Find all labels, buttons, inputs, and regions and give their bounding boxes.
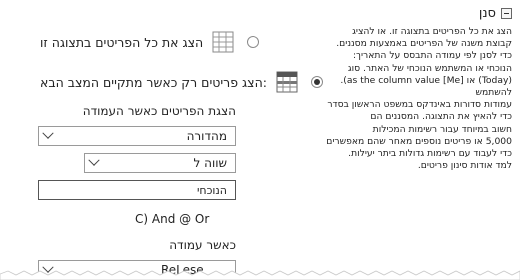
description-line: חשוב במיוחד עבור רשימות המכילות — [372, 123, 512, 135]
filter-description: הצג את כל הפריטים בתצוגה זו. או להציג קב… — [324, 26, 512, 172]
description-line: הנוכחי או המשתמש הנוכחי של האתר. סוג — [347, 62, 512, 74]
show-filtered-radio[interactable] — [310, 76, 323, 88]
description-line: כדי להאיץ את התצוגה. המסננים הם — [370, 111, 512, 123]
option-show-all[interactable]: הצג את כל הפריטים בתצוגה זו — [40, 30, 260, 54]
description-line: קבוצת משנה של הפריטים באמצעות מסננים. — [336, 38, 512, 50]
show-all-label: הצג את כל הפריטים בתצוגה זו — [40, 34, 204, 50]
description-line: עמודות סדורות באינדקס במשפט הראשון בסדר — [327, 99, 512, 111]
operator-select[interactable]: שווה ל — [84, 153, 236, 173]
column-select[interactable]: מהדורה — [38, 126, 236, 146]
description-line: 5,000 או פריטים נוספים מאחר שהם מאפשרים — [326, 135, 512, 147]
option-show-filtered[interactable]: הצג פריטים רק כאשר מתקיים המצב הבא: — [40, 70, 323, 94]
learn-more-link[interactable]: למד אודות סינון פריטים. — [324, 160, 512, 172]
filter-value-text: הנוכחי — [196, 183, 227, 197]
show-all-radio[interactable] — [247, 36, 260, 48]
filtered-list-icon — [276, 71, 298, 93]
collapse-icon[interactable] — [501, 7, 512, 19]
grid-list-icon — [212, 31, 234, 53]
and-or-toggle[interactable]: C) And @ Or — [135, 212, 209, 226]
show-items-when-label: הצגת הפריטים כאשר העמודה — [82, 104, 236, 118]
when-column-label: כאשר עמודה — [169, 238, 236, 252]
operator-select-value: שווה ל — [193, 156, 227, 170]
description-line: כדי לסנן לפי עמודה התבסס על התאריך: — [352, 50, 512, 62]
filter-value-input[interactable]: הנוכחי — [38, 180, 236, 200]
chevron-down-icon — [39, 127, 57, 140]
description-line: (Today) או [Me] as the column value). לה… — [340, 74, 512, 99]
description-line: הצג את כל הפריטים בתצוגה זו. או להציג — [352, 26, 512, 37]
column-select-value: מהדורה — [186, 129, 227, 143]
torn-edge-decoration — [0, 270, 520, 280]
description-line: כדי לעבוד עם רשימות גדולות ביתר יעילות. — [348, 148, 512, 160]
filter-section-header: סנן — [332, 4, 512, 22]
show-filtered-label: הצג פריטים רק כאשר מתקיים המצב הבא: — [40, 74, 267, 90]
chevron-down-icon — [85, 154, 103, 167]
filter-section-title: סנן — [478, 5, 496, 21]
